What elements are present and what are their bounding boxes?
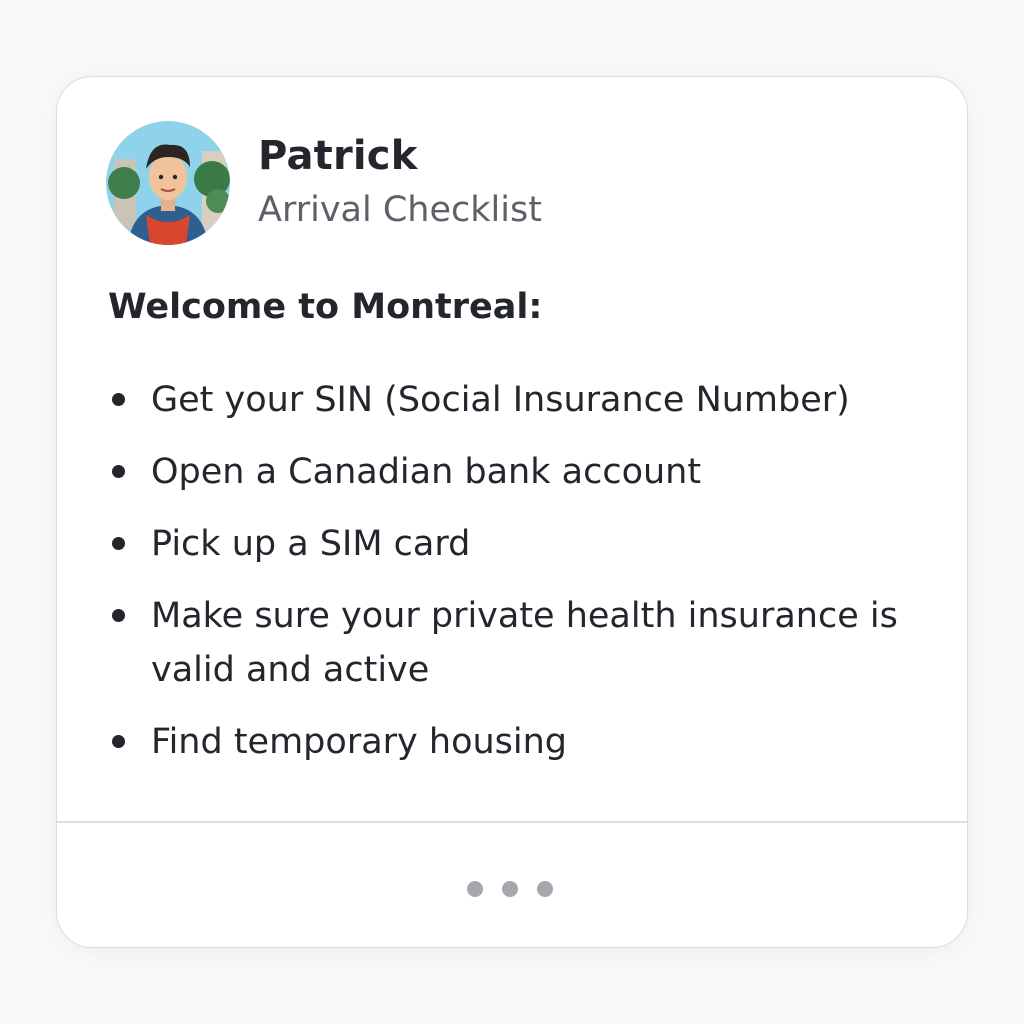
profile-name: Patrick <box>258 133 418 179</box>
list-item: Make sure your private health insurance … <box>108 589 928 697</box>
list-item-label: Make sure your private health insurance … <box>151 596 898 690</box>
list-item: Find temporary housing <box>108 715 928 769</box>
list-item: Open a Canadian bank account <box>108 445 928 499</box>
profile-subtitle: Arrival Checklist <box>258 190 542 230</box>
list-item-label: Find temporary housing <box>151 722 568 762</box>
bullet-icon <box>112 735 125 748</box>
bullet-icon <box>112 537 125 550</box>
more-dots-icon[interactable] <box>467 875 553 903</box>
list-item: Pick up a SIM card <box>108 517 928 571</box>
bullet-icon <box>112 609 125 622</box>
list-item: Get your SIN (Social Insurance Number) <box>108 373 928 427</box>
list-item-label: Pick up a SIM card <box>151 524 471 564</box>
checklist-card: Patrick Arrival Checklist Welcome to Mon… <box>56 76 968 948</box>
avatar <box>106 121 230 245</box>
profile-header: Patrick Arrival Checklist <box>106 121 542 245</box>
dot <box>537 881 553 897</box>
profile-text: Patrick Arrival Checklist <box>258 132 542 234</box>
footer-divider <box>57 821 967 823</box>
bullet-icon <box>112 393 125 406</box>
bullet-icon <box>112 465 125 478</box>
list-item-label: Open a Canadian bank account <box>151 452 702 492</box>
checklist-list: Get your SIN (Social Insurance Number) O… <box>108 373 928 787</box>
dot <box>502 881 518 897</box>
dot <box>467 881 483 897</box>
list-item-label: Get your SIN (Social Insurance Number) <box>151 380 850 420</box>
checklist-heading: Welcome to Montreal: <box>108 287 543 327</box>
